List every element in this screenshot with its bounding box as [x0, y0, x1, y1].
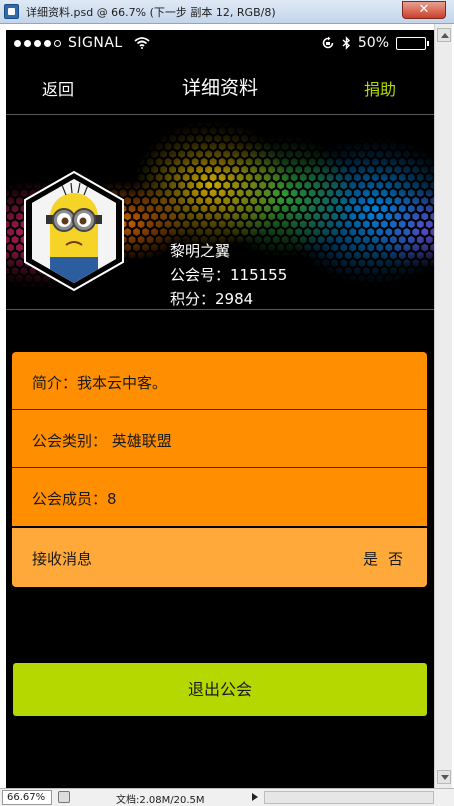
signal-dot-icon [24, 39, 31, 47]
signal-dot-icon [14, 39, 21, 47]
category-text: 公会类别： 英雄联盟 [32, 432, 172, 450]
signal-strength: SIGNAL [14, 35, 150, 51]
nav-bar: 返回 详细资料 捐助 [6, 58, 434, 114]
profile-info: 黎明之翼 公会号：115155 积分：2984 [170, 239, 287, 309]
carrier-name: SIGNAL [68, 35, 123, 51]
minion-avatar-icon [24, 170, 124, 292]
scroll-down-icon[interactable] [437, 770, 451, 784]
guild-details-card: 简介：我本云中客。 公会类别： 英雄联盟 公会成员：8 接收消息 是 否 [12, 352, 427, 587]
document-size: 文档:2.08M/20.5M [116, 795, 205, 806]
battery-percent: 50% [357, 35, 389, 51]
signal-dot-empty-icon [54, 39, 61, 47]
vertical-scrollbar[interactable] [434, 24, 452, 788]
status-right: 50% [321, 35, 429, 51]
battery-icon [396, 36, 429, 50]
orientation-lock-icon [322, 36, 334, 49]
donate-button[interactable]: 捐助 [364, 76, 396, 100]
category-row: 公会类别： 英雄联盟 [12, 410, 427, 468]
intro-text: 简介：我本云中客。 [32, 374, 168, 392]
wifi-icon [134, 37, 150, 49]
exit-guild-button[interactable]: 退出公会 [13, 663, 427, 716]
photoshop-title-bar: 详细资料.psd @ 66.7% (下一步 副本 12, RGB/8) ✕ [0, 0, 454, 24]
bluetooth-icon [342, 36, 350, 50]
profile-banner: 黎明之翼 公会号：115155 积分：2984 [6, 115, 434, 309]
zoom-field[interactable]: 66.67% [2, 790, 52, 805]
photoshop-status-bar: 66.67% 文档:2.08M/20.5M [0, 788, 454, 806]
window-close-button[interactable]: ✕ [402, 1, 446, 19]
status-menu-arrow-icon[interactable] [250, 791, 260, 803]
photoshop-doc-icon [4, 4, 19, 19]
window-title: 详细资料.psd @ 66.7% (下一步 副本 12, RGB/8) [26, 6, 276, 19]
receive-message-toggle: 是 否 [363, 548, 403, 569]
phone-screen: SIGNAL 50% 返回 详细资料 捐助 黎明之翼 公会号：115155 积分… [6, 30, 434, 788]
yes-option[interactable]: 是 [363, 548, 378, 569]
guild-id: 公会号：115155 [170, 266, 288, 284]
no-option[interactable]: 否 [388, 548, 403, 569]
navigator-icon[interactable] [58, 791, 70, 803]
guild-points: 积分：2984 [170, 290, 254, 308]
horizontal-scrollbar[interactable] [264, 791, 434, 804]
intro-row: 简介：我本云中客。 [12, 352, 427, 410]
receive-message-row: 接收消息 是 否 [12, 528, 427, 587]
ios-status-bar: SIGNAL 50% [6, 30, 434, 58]
avatar[interactable] [22, 170, 126, 292]
members-text: 公会成员：8 [32, 490, 117, 508]
signal-dot-icon [34, 39, 41, 47]
members-row[interactable]: 公会成员：8 [12, 468, 427, 526]
signal-dot-icon [44, 39, 51, 47]
banner-divider [6, 309, 434, 310]
scroll-up-icon[interactable] [437, 28, 451, 42]
receive-message-label: 接收消息 [32, 550, 93, 568]
guild-name: 黎明之翼 [170, 242, 231, 260]
